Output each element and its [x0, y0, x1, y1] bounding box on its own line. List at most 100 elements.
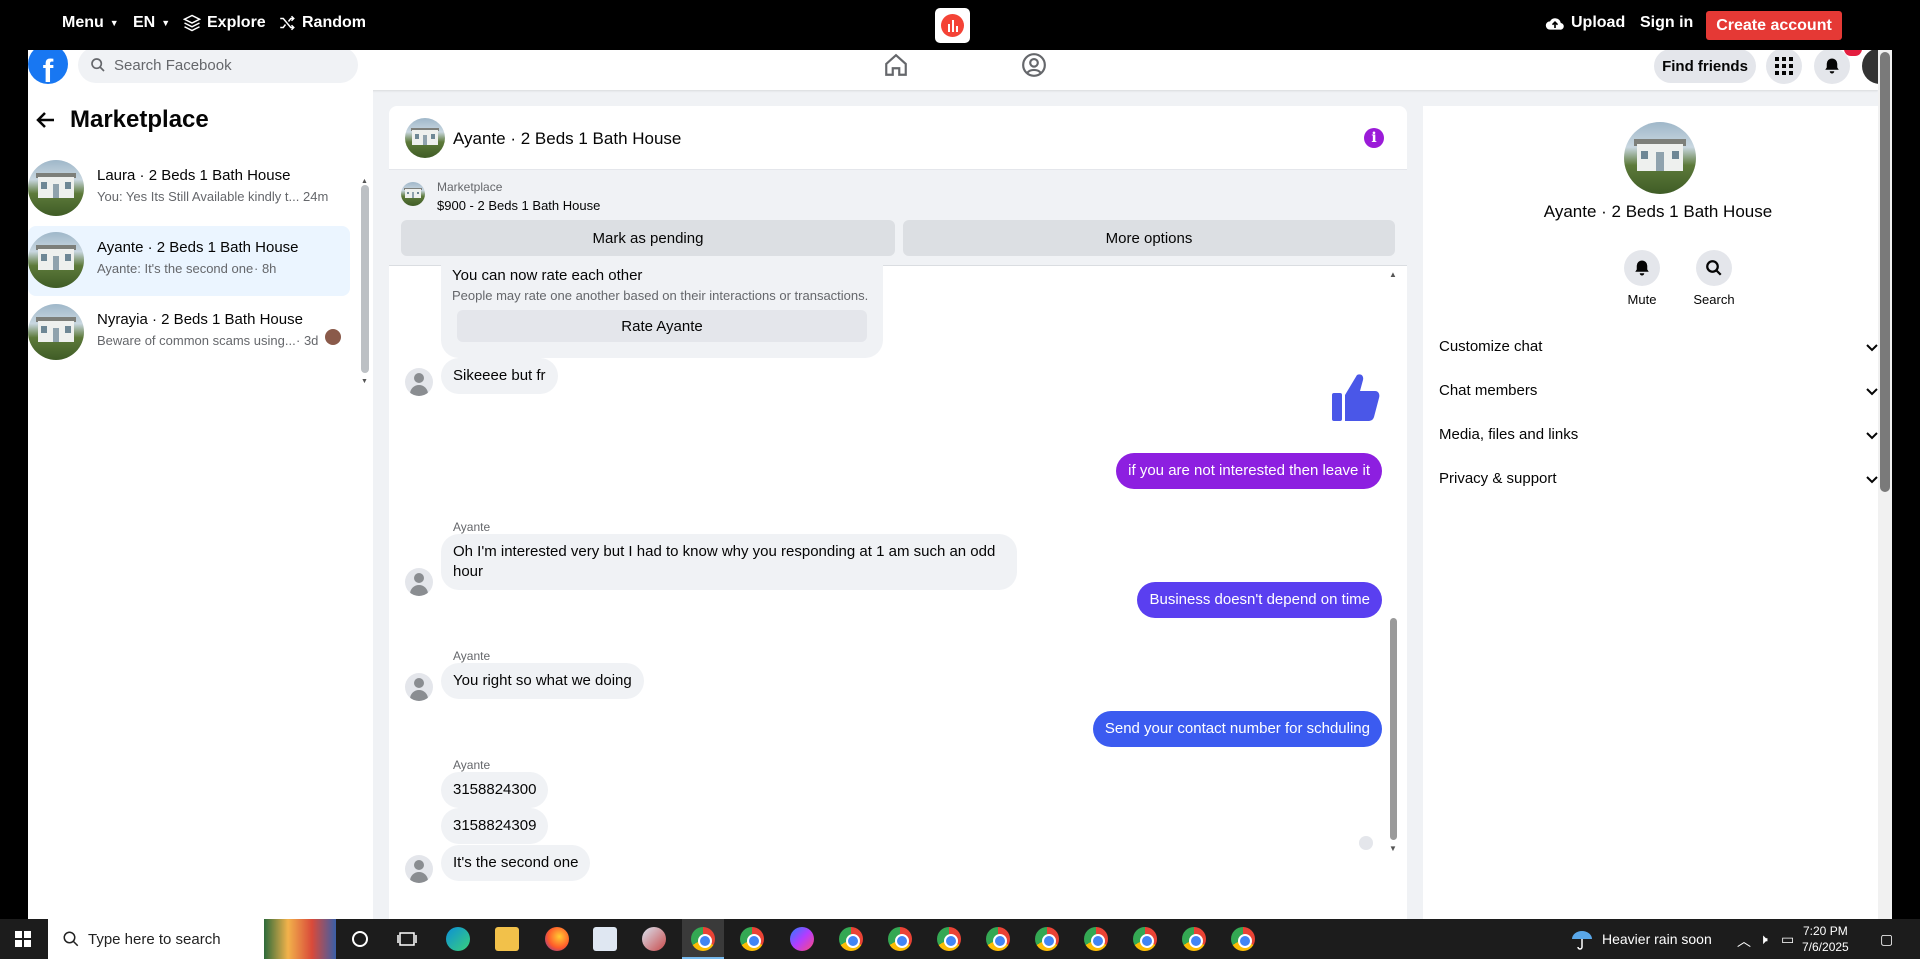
message-bubble-incoming[interactable]: You right so what we doing: [441, 663, 644, 699]
conversation-item-ayante[interactable]: Ayante · 2 Beds 1 Bath House Ayante: It'…: [28, 226, 350, 296]
message-bubble-outgoing[interactable]: Business doesn't depend on time: [1137, 582, 1382, 618]
search-conversation-button[interactable]: Search: [1684, 250, 1744, 307]
mark-as-pending-button[interactable]: Mark as pending: [401, 220, 895, 256]
scroll-down-icon[interactable]: ▼: [361, 378, 368, 385]
upload-button[interactable]: Upload: [1545, 14, 1625, 32]
message-bubble-incoming[interactable]: Oh I'm interested very but I had to know…: [441, 534, 1017, 590]
page-scrollbar-thumb[interactable]: [1880, 52, 1890, 492]
scroll-down-icon[interactable]: ▼: [1389, 844, 1397, 853]
chevron-up-icon[interactable]: ︿: [1737, 931, 1751, 951]
random-button[interactable]: Random: [278, 14, 366, 32]
firefox-icon[interactable]: [545, 927, 569, 951]
sender-avatar[interactable]: [405, 855, 433, 883]
message-bubble-outgoing[interactable]: if you are not interested then leave it: [1116, 453, 1382, 489]
rate-button[interactable]: Rate Ayante: [457, 310, 867, 342]
facebook-logo-icon[interactable]: f: [28, 50, 68, 84]
edge-icon[interactable]: [446, 927, 470, 951]
chrome-icon[interactable]: [1182, 927, 1206, 951]
conversation-item-laura[interactable]: Laura · 2 Beds 1 Bath House You: Yes Its…: [28, 154, 350, 224]
chrome-icon[interactable]: [1231, 927, 1255, 951]
customize-chat-row[interactable]: Customize chat: [1439, 338, 1878, 355]
messenger-icon[interactable]: [790, 927, 814, 951]
more-options-button[interactable]: More options: [903, 220, 1395, 256]
mute-button[interactable]: Mute: [1612, 250, 1672, 307]
conversation-name: Laura · 2 Beds 1 Bath House: [97, 167, 291, 184]
sender-avatar[interactable]: [405, 368, 433, 396]
chrome-icon[interactable]: [986, 927, 1010, 951]
facebook-search-input[interactable]: Search Facebook: [78, 50, 358, 83]
row-label: Media, files and links: [1439, 426, 1579, 443]
grid-icon: [1775, 57, 1793, 75]
listing-thumbnail: [28, 232, 84, 288]
taskbar-clock[interactable]: 7:20 PM 7/6/2025: [1802, 923, 1849, 955]
language-button[interactable]: EN ▼: [133, 14, 170, 32]
privacy-support-row[interactable]: Privacy & support: [1439, 470, 1878, 487]
signin-link[interactable]: Sign in: [1640, 14, 1693, 32]
thumbs-up-icon[interactable]: [1330, 371, 1380, 423]
home-icon[interactable]: [883, 52, 909, 78]
site-logo[interactable]: [935, 8, 970, 43]
marketplace-label: Marketplace: [437, 180, 503, 194]
paint-icon[interactable]: [642, 927, 666, 951]
conversation-time: · 8h: [254, 261, 277, 276]
bell-icon: [1635, 260, 1649, 276]
chrome-icon[interactable]: [1133, 927, 1157, 951]
media-files-links-row[interactable]: Media, files and links: [1439, 426, 1878, 443]
umbrella-icon[interactable]: [1570, 927, 1594, 951]
chat-info-panel: Ayante · 2 Beds 1 Bath House Mute Search…: [1423, 106, 1878, 919]
task-view-icon[interactable]: [397, 929, 417, 949]
scroll-up-icon[interactable]: ▲: [361, 178, 368, 185]
chrome-icon[interactable]: [1084, 927, 1108, 951]
chrome-icon[interactable]: [691, 927, 715, 951]
menu-grid-button[interactable]: [1766, 50, 1802, 84]
info-icon[interactable]: i: [1364, 128, 1384, 148]
account-avatar[interactable]: [1862, 50, 1878, 84]
chrome-icon[interactable]: [839, 927, 863, 951]
listing-price[interactable]: $900 - 2 Beds 1 Bath House: [437, 198, 600, 213]
message-bubble-incoming[interactable]: 3158824300: [441, 772, 549, 808]
chrome-icon[interactable]: [740, 927, 764, 951]
scroll-up-icon[interactable]: ▲: [1389, 270, 1397, 279]
message-bubble-incoming[interactable]: 3158824309: [441, 808, 549, 844]
chat-title[interactable]: Ayante · 2 Beds 1 Bath House: [453, 129, 681, 149]
chat-thumbnail[interactable]: [405, 118, 445, 158]
taskbar-search-placeholder: Type here to search: [88, 930, 221, 948]
cortana-icon[interactable]: [350, 929, 370, 949]
menu-button[interactable]: Menu ▼: [62, 14, 119, 32]
chrome-icon[interactable]: [888, 927, 912, 951]
arrow-left-icon[interactable]: [34, 108, 58, 132]
conversation-preview: You: Yes Its Still Available kindly t...: [97, 189, 300, 204]
chat-scrollbar[interactable]: [1390, 618, 1397, 840]
notifications-icon[interactable]: ▢: [1880, 931, 1893, 948]
site-topbar: Menu ▼ EN ▼ Explore Random Upload Sign in …: [0, 0, 1920, 50]
conversation-name: Ayante · 2 Beds 1 Bath House: [97, 239, 299, 256]
weather-text[interactable]: Heavier rain soon: [1602, 931, 1712, 947]
conversation-item-nyrayia[interactable]: Nyrayia · 2 Beds 1 Bath House Beware of …: [28, 298, 350, 368]
sender-avatar[interactable]: [405, 673, 433, 701]
chrome-icon[interactable]: [1035, 927, 1059, 951]
chat-members-row[interactable]: Chat members: [1439, 382, 1878, 399]
message-bubble-incoming[interactable]: It's the second one: [441, 845, 591, 881]
profile-icon[interactable]: [1021, 52, 1047, 78]
read-receipt-avatar: [325, 329, 341, 345]
left-margin: [0, 50, 28, 919]
message-bubble-incoming[interactable]: Sikeeee but fr: [441, 358, 558, 394]
sender-avatar[interactable]: [405, 568, 433, 596]
file-explorer-icon[interactable]: [495, 927, 519, 951]
network-icon[interactable]: ▭: [1781, 931, 1794, 948]
explore-button[interactable]: Explore: [183, 14, 266, 32]
marketplace-listing-bar: Marketplace $900 - 2 Beds 1 Bath House M…: [389, 170, 1407, 266]
chrome-icon[interactable]: [937, 927, 961, 951]
windows-start-icon[interactable]: [15, 931, 31, 947]
listing-thumbnail: [1624, 122, 1696, 194]
create-account-button[interactable]: Create account: [1706, 11, 1842, 40]
taskbar-search-input[interactable]: Type here to search: [48, 919, 336, 959]
find-friends-button[interactable]: Find friends: [1654, 50, 1756, 83]
speaker-muted-icon[interactable]: 🕨: [1759, 931, 1768, 948]
notepad-icon[interactable]: [593, 927, 617, 951]
notifications-button[interactable]: [1814, 50, 1850, 84]
message-bubble-outgoing[interactable]: Send your contact number for schduling: [1092, 711, 1382, 747]
mute-label: Mute: [1627, 292, 1657, 307]
chevron-down-icon: ▼: [161, 18, 171, 28]
sidebar-scrollbar[interactable]: [361, 185, 369, 373]
